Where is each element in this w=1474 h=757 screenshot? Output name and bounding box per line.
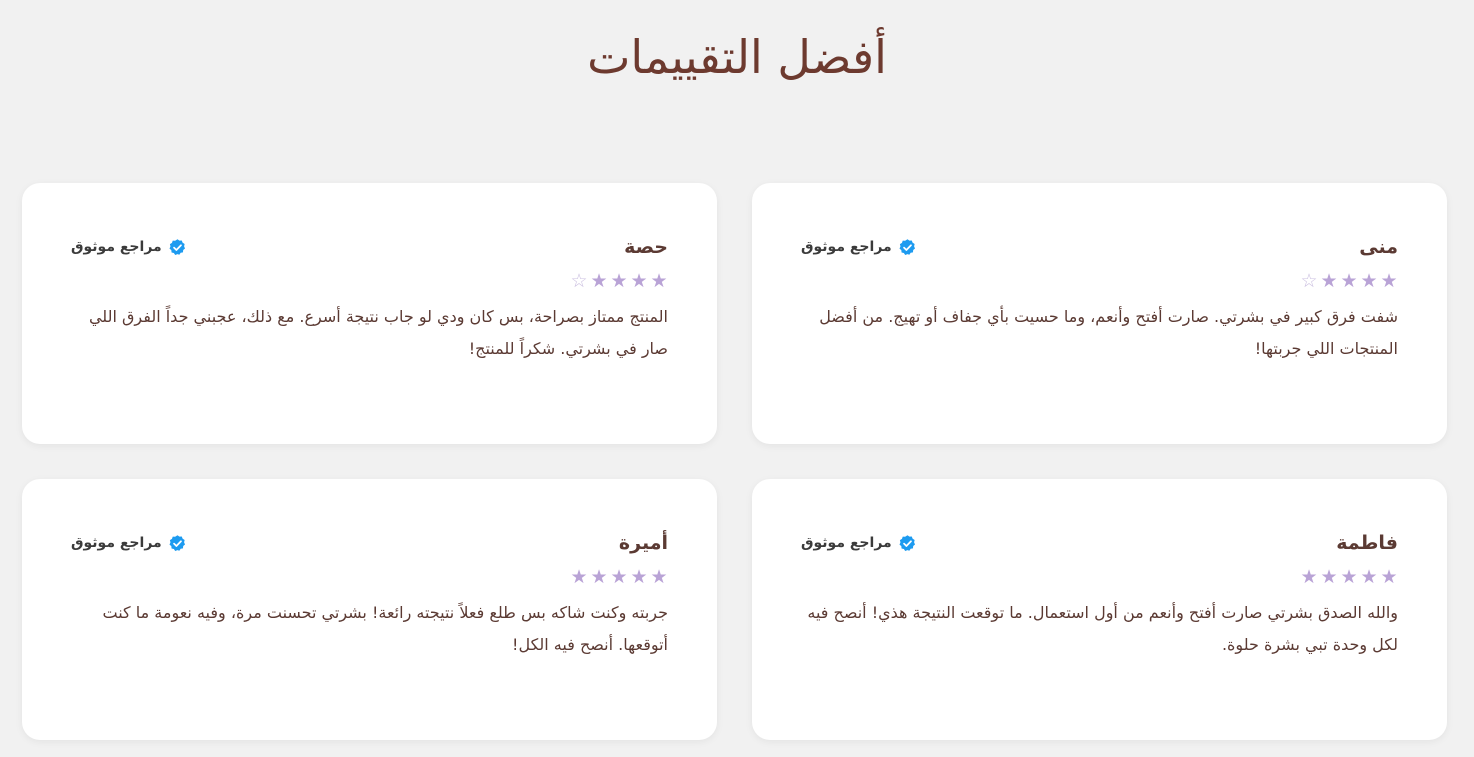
star-filled-icon: ★ — [630, 566, 648, 588]
page-title: أفضل التقييمات — [587, 30, 887, 84]
star-filled-icon: ★ — [570, 566, 588, 588]
reviewer-name: أميرة — [618, 532, 668, 554]
star-outline-icon: ☆ — [570, 270, 588, 292]
reviews-grid: منى مراجع موثوق ★ ★ ★ ★ ☆ شفت فرق كبير في بش… — [22, 183, 1447, 740]
verified-reviewer: مراجع موثوق — [71, 534, 187, 553]
star-filled-icon: ★ — [1320, 566, 1338, 588]
star-filled-icon: ★ — [1300, 566, 1318, 588]
review-card: حصة مراجع موثوق ★ ★ ★ ★ ☆ المنتج ممتاز بصراح… — [22, 183, 717, 444]
review-text: شفت فرق كبير في بشرتي. صارت أفتح وأنعم، … — [819, 307, 1398, 358]
reviewer-name: فاطمة — [1336, 532, 1398, 554]
star-filled-icon: ★ — [1380, 270, 1398, 292]
star-outline-icon: ☆ — [1300, 270, 1318, 292]
reviewer-name: حصة — [624, 236, 668, 258]
star-filled-icon: ★ — [1360, 566, 1378, 588]
star-filled-icon: ★ — [610, 270, 628, 292]
verified-badge-icon — [169, 238, 185, 255]
verified-label: مراجع موثوق — [801, 535, 892, 551]
star-filled-icon: ★ — [630, 270, 648, 292]
verified-reviewer: مراجع موثوق — [71, 238, 187, 257]
verified-badge-icon — [899, 534, 915, 551]
star-rating: ★ ★ ★ ★ ☆ — [71, 271, 668, 293]
star-filled-icon: ★ — [1360, 270, 1378, 292]
reviews-page: أفضل التقييمات منى مراجع موثوق ★ ★ ★ ★ ☆ شفت… — [0, 0, 1474, 757]
star-filled-icon: ★ — [1380, 566, 1398, 588]
verified-reviewer: مراجع موثوق — [801, 238, 917, 257]
star-filled-icon: ★ — [650, 566, 668, 588]
verified-label: مراجع موثوق — [801, 239, 892, 255]
star-filled-icon: ★ — [590, 270, 608, 292]
review-card-header: حصة مراجع موثوق — [71, 233, 668, 261]
review-card-header: منى مراجع موثوق — [801, 233, 1398, 261]
review-card-header: فاطمة مراجع موثوق — [801, 529, 1398, 557]
star-filled-icon: ★ — [1340, 270, 1358, 292]
star-filled-icon: ★ — [590, 566, 608, 588]
star-filled-icon: ★ — [1340, 566, 1358, 588]
review-card-header: أميرة مراجع موثوق — [71, 529, 668, 557]
star-filled-icon: ★ — [610, 566, 628, 588]
verified-badge-icon — [169, 534, 185, 551]
verified-label: مراجع موثوق — [71, 535, 162, 551]
verified-label: مراجع موثوق — [71, 239, 162, 255]
review-text: والله الصدق بشرتي صارت أفتح وأنعم من أول… — [807, 603, 1398, 654]
review-card: منى مراجع موثوق ★ ★ ★ ★ ☆ شفت فرق كبير في بش… — [752, 183, 1447, 444]
star-rating: ★ ★ ★ ★ ★ — [801, 567, 1398, 589]
review-text: المنتج ممتاز بصراحة، بس كان ودي لو جاب ن… — [88, 307, 668, 358]
star-filled-icon: ★ — [650, 270, 668, 292]
star-filled-icon: ★ — [1320, 270, 1338, 292]
review-card: فاطمة مراجع موثوق ★ ★ ★ ★ ★ والله الصدق بشرت… — [752, 479, 1447, 740]
reviewer-name: منى — [1359, 236, 1398, 258]
review-card: أميرة مراجع موثوق ★ ★ ★ ★ ★ جربته وكنت شاكه … — [22, 479, 717, 740]
review-text: جربته وكنت شاكه بس طلع فعلاً نتيجته رائع… — [102, 603, 668, 654]
star-rating: ★ ★ ★ ★ ☆ — [801, 271, 1398, 293]
verified-badge-icon — [899, 238, 915, 255]
star-rating: ★ ★ ★ ★ ★ — [71, 567, 668, 589]
verified-reviewer: مراجع موثوق — [801, 534, 917, 553]
